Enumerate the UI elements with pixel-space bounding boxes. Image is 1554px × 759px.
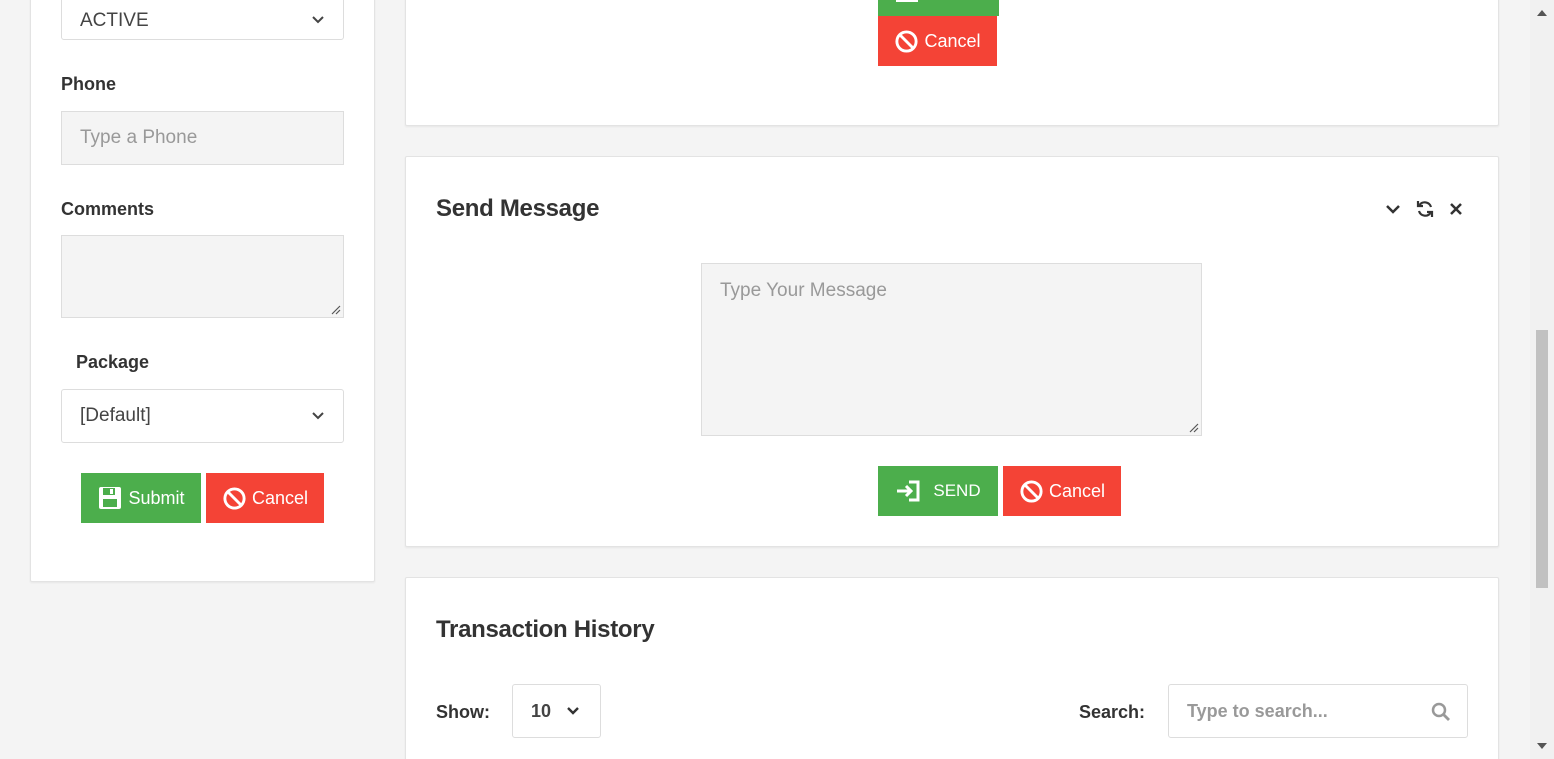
comments-textarea[interactable] — [61, 235, 344, 318]
save-icon — [896, 0, 918, 2]
package-select-value: [Default] — [80, 405, 151, 426]
search-label: Search: — [1079, 702, 1146, 722]
send-message-title: Send Message — [436, 195, 600, 222]
scroll-up-arrow-icon[interactable] — [1536, 8, 1548, 18]
search-placeholder: Type to search... — [1187, 700, 1328, 721]
phone-label: Phone — [61, 74, 117, 94]
package-label: Package — [76, 352, 150, 372]
page-scrollbar[interactable] — [1530, 0, 1554, 759]
resize-handle-icon[interactable] — [331, 305, 341, 315]
scroll-thumb[interactable] — [1536, 330, 1548, 588]
customer-form-card: ACTIVE Phone Type a Phone Comments Packa… — [30, 0, 375, 582]
submit-button[interactable]: Submit — [81, 473, 201, 523]
status-select-value: ACTIVE — [80, 10, 149, 31]
top-form-card: Cancel — [405, 0, 1499, 126]
phone-placeholder: Type a Phone — [80, 127, 198, 148]
message-textarea[interactable]: Type Your Message — [701, 263, 1202, 436]
send-message-card: Send Message Type Your Message SEND Canc… — [405, 156, 1499, 547]
cancel-button-label: Cancel — [1048, 480, 1106, 501]
page-size-select[interactable]: 10 — [512, 684, 601, 738]
ban-icon — [1020, 479, 1043, 503]
send-button[interactable]: SEND — [878, 466, 998, 516]
chevron-down-icon — [312, 412, 324, 420]
cancel-button[interactable]: Cancel — [1003, 466, 1121, 516]
ban-icon — [895, 29, 919, 53]
submit-button-label: Submit — [128, 487, 185, 508]
chevron-down-icon — [312, 16, 324, 24]
package-select[interactable]: [Default] — [61, 389, 344, 443]
status-select[interactable]: ACTIVE — [61, 0, 344, 40]
resize-handle-icon[interactable] — [1189, 423, 1199, 433]
transaction-history-card: Transaction History Show: 10 Search: Typ… — [405, 577, 1499, 759]
collapse-chevron-icon[interactable] — [1382, 198, 1404, 220]
phone-input[interactable]: Type a Phone — [61, 111, 344, 165]
message-placeholder: Type Your Message — [720, 280, 887, 301]
cancel-button-label: Cancel — [924, 30, 981, 51]
close-icon[interactable] — [1445, 198, 1467, 220]
show-label: Show: — [436, 702, 490, 722]
save-icon — [99, 487, 122, 509]
search-input[interactable]: Type to search... — [1168, 684, 1468, 738]
ban-icon — [223, 486, 246, 510]
page-size-value: 10 — [531, 700, 552, 721]
cancel-button-label: Cancel — [251, 487, 309, 508]
scroll-down-arrow-icon[interactable] — [1536, 741, 1548, 751]
sign-in-icon — [897, 480, 920, 502]
submit-button[interactable] — [878, 0, 999, 16]
search-icon — [1431, 702, 1450, 721]
comments-label: Comments — [61, 199, 155, 219]
refresh-icon[interactable] — [1414, 198, 1436, 220]
transaction-history-title: Transaction History — [436, 616, 655, 643]
send-button-label: SEND — [933, 481, 981, 500]
cancel-button[interactable]: Cancel — [878, 16, 997, 66]
cancel-button[interactable]: Cancel — [206, 473, 324, 523]
chevron-down-icon — [567, 707, 579, 715]
